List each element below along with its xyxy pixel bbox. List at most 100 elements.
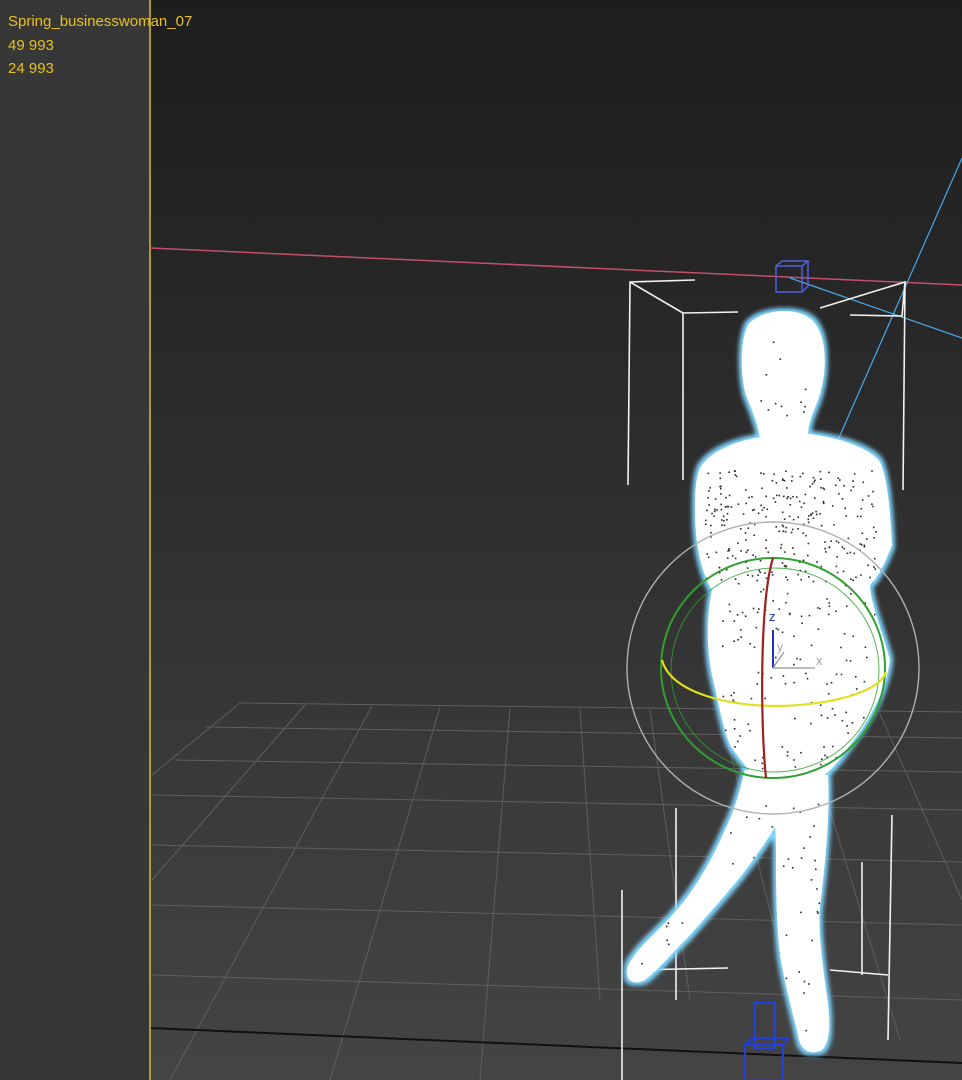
vertex-dot (863, 717, 865, 719)
vertex-dot (710, 532, 712, 534)
vertex-dot (746, 567, 749, 569)
vertex-dot (843, 547, 845, 550)
vertex-dot (640, 938, 643, 941)
vertex-dot (723, 738, 725, 740)
vertex-dot (645, 1024, 648, 1027)
vertex-dot (837, 541, 840, 544)
vertex-dot (756, 611, 759, 614)
vertex-dot (803, 992, 805, 994)
vertex-dot (782, 865, 785, 867)
vertex-dot (744, 995, 747, 997)
vertex-dot (760, 400, 762, 402)
vertex-dot (758, 608, 760, 610)
vertex-dot (737, 542, 739, 544)
axis-z-label: z (769, 609, 776, 624)
vertex-dot (726, 557, 729, 559)
vertex-dot (749, 643, 751, 645)
vertex-dot (787, 496, 789, 498)
vertex-dot (846, 552, 849, 555)
vertex-dot (751, 496, 753, 498)
vertex-dot (747, 527, 750, 529)
vertex-dot (866, 656, 868, 659)
vertex-dot (834, 714, 836, 716)
vertex-dot (755, 626, 758, 629)
vertex-dot (764, 697, 766, 700)
vertex-dot (705, 999, 708, 1001)
vertex-dot (652, 853, 655, 855)
vertex-dot (772, 341, 775, 344)
vertex-dot (758, 569, 760, 572)
vertex-dot (800, 401, 802, 403)
vertex-dot (745, 551, 748, 553)
vertex-dot (843, 485, 845, 487)
vertex-dot (860, 507, 863, 510)
vertex-dot (765, 577, 768, 580)
vertex-dot (765, 374, 768, 376)
vertex-dot (780, 405, 783, 408)
vertex-dot (811, 512, 814, 514)
vertex-dot (835, 610, 837, 612)
vertex-dot (705, 820, 708, 822)
vertex-dot (770, 677, 773, 679)
vertex-dot (793, 553, 795, 555)
vertex-dot (813, 480, 815, 483)
vertex-dot (765, 805, 767, 807)
vertex-dot (790, 531, 793, 534)
vertex-dot (804, 405, 806, 408)
vertex-dot (748, 496, 750, 499)
vertex-dot (860, 574, 862, 576)
vertex-dot (705, 519, 707, 522)
scene-canvas[interactable]: z y x (0, 0, 962, 1080)
vertex-dot (789, 504, 792, 506)
vertex-dot (809, 836, 811, 838)
perspective-viewport[interactable]: z y x Spring_businesswoman_07 49 993 24 … (0, 0, 962, 1080)
vertex-dot (824, 754, 826, 757)
vertex-dot (782, 530, 785, 532)
vertex-dot (852, 635, 854, 638)
vertex-dot (696, 814, 698, 817)
vertex-dot (807, 554, 809, 557)
vertex-dot (820, 524, 823, 527)
vertex-dot (873, 595, 876, 598)
vertex-dot (823, 746, 825, 748)
vertex-dot (816, 910, 819, 913)
vertex-dot (745, 489, 747, 491)
vertex-dot (734, 470, 736, 472)
vertex-dot (778, 608, 781, 610)
vertex-dot (823, 502, 825, 505)
vertex-dot (753, 646, 756, 649)
polygon-count-label: 49 993 (8, 36, 54, 54)
vertex-dot (726, 518, 728, 521)
vertex-dot (709, 487, 711, 489)
vertex-dot (803, 502, 805, 505)
vertex-dot (831, 708, 834, 710)
vertex-dot (737, 639, 739, 641)
vertex-dot (708, 490, 710, 492)
vertex-dot (832, 745, 834, 748)
vertex-dot (726, 512, 729, 515)
vertex-dot (719, 487, 722, 490)
vertex-dot (714, 498, 717, 500)
vertex-dot (729, 610, 731, 613)
vertex-dot (759, 559, 762, 562)
vertex-dot (810, 879, 813, 881)
vertex-dot (792, 547, 794, 549)
vertex-dot (726, 802, 729, 804)
vertex-dot (782, 675, 785, 677)
vertex-dot (874, 568, 876, 570)
vertex-dot (703, 1011, 705, 1013)
vertex-dot (676, 1024, 678, 1027)
vertex-dot (785, 565, 788, 567)
vertex-dot (731, 555, 734, 557)
vertex-dot (735, 923, 737, 925)
vertex-dot (874, 766, 876, 769)
vertex-dot (823, 488, 826, 491)
vertex-dot (872, 581, 875, 584)
vertex-dot (863, 544, 866, 547)
vertex-dot (817, 912, 819, 914)
vertex-dot (774, 501, 777, 503)
vertex-dot (817, 628, 820, 630)
vertex-dot (785, 526, 788, 529)
vertex-dot (656, 978, 658, 980)
vertex-dot (775, 967, 778, 969)
